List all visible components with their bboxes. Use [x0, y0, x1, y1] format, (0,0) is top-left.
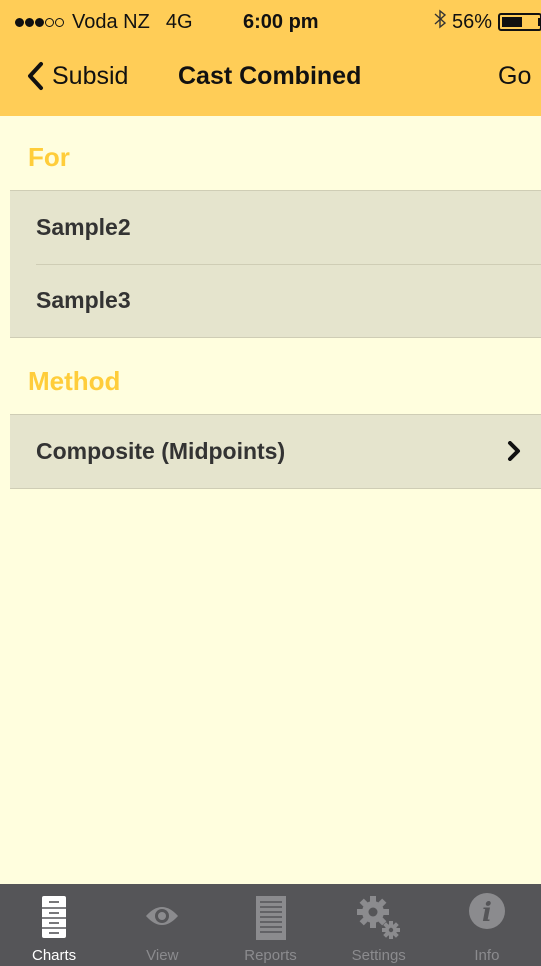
- list-item-sample3[interactable]: Sample3: [10, 264, 541, 337]
- bluetooth-icon: [434, 9, 447, 35]
- info-icon: i: [468, 893, 505, 929]
- method-list: Composite (Midpoints): [10, 414, 541, 489]
- section-header-for: For: [28, 142, 70, 172]
- battery-percentage: 56%: [451, 10, 492, 33]
- status-right: 56%: [434, 9, 541, 35]
- network-type: 4G: [165, 11, 193, 33]
- tab-reports[interactable]: Reports: [216, 884, 324, 966]
- navigation-bar: Subsid Cast Combined Go: [0, 40, 541, 116]
- chevron-right-icon: [508, 441, 520, 461]
- eye-icon: [146, 907, 179, 925]
- page-title: Cast Combined: [178, 62, 362, 90]
- signal-dot: [35, 18, 44, 27]
- tab-label: Settings: [351, 947, 406, 964]
- status-bar: Voda NZ 4G 6:00 pm 56%: [0, 0, 541, 40]
- tab-bar: Charts View Reports Settings i Info: [0, 884, 541, 966]
- battery-fill: [502, 17, 522, 27]
- tab-label: Reports: [244, 947, 297, 964]
- tab-charts[interactable]: Charts: [0, 884, 108, 966]
- tab-settings[interactable]: Settings: [325, 884, 433, 966]
- screen: Voda NZ 4G 6:00 pm 56% Subsid Cast Combi…: [0, 0, 541, 966]
- method-value: Composite (Midpoints): [36, 438, 286, 464]
- signal-dot: [25, 18, 34, 27]
- go-button[interactable]: Go: [498, 62, 531, 91]
- signal-dot: [45, 18, 54, 27]
- gears-icon: [356, 896, 400, 939]
- svg-text:i: i: [482, 898, 492, 928]
- method-selector[interactable]: Composite (Midpoints): [10, 415, 541, 488]
- tab-label: Info: [474, 947, 500, 964]
- tab-label: View: [146, 947, 179, 964]
- signal-dot: [55, 18, 64, 27]
- signal-strength-icon: [15, 18, 64, 27]
- section-header-method: Method: [28, 366, 121, 396]
- battery-icon: [498, 13, 541, 31]
- tab-label: Charts: [32, 947, 77, 964]
- status-left: Voda NZ 4G: [15, 11, 193, 34]
- list-item-label: Sample2: [36, 214, 131, 240]
- cabinet-icon: [42, 896, 67, 938]
- back-button[interactable]: Subsid: [26, 61, 128, 91]
- list-item-label: Sample3: [36, 287, 131, 313]
- tab-view[interactable]: View: [108, 884, 216, 966]
- signal-dot: [15, 18, 24, 27]
- chevron-left-icon: [28, 62, 43, 90]
- document-icon: [255, 896, 286, 940]
- tab-info[interactable]: i Info: [433, 884, 541, 966]
- list-item-sample2[interactable]: Sample2: [10, 191, 541, 264]
- back-button-label: Subsid: [52, 61, 129, 90]
- carrier-name: Voda NZ: [72, 11, 150, 33]
- for-list: Sample2 Sample3: [10, 190, 541, 338]
- clock: 6:00 pm: [243, 11, 319, 33]
